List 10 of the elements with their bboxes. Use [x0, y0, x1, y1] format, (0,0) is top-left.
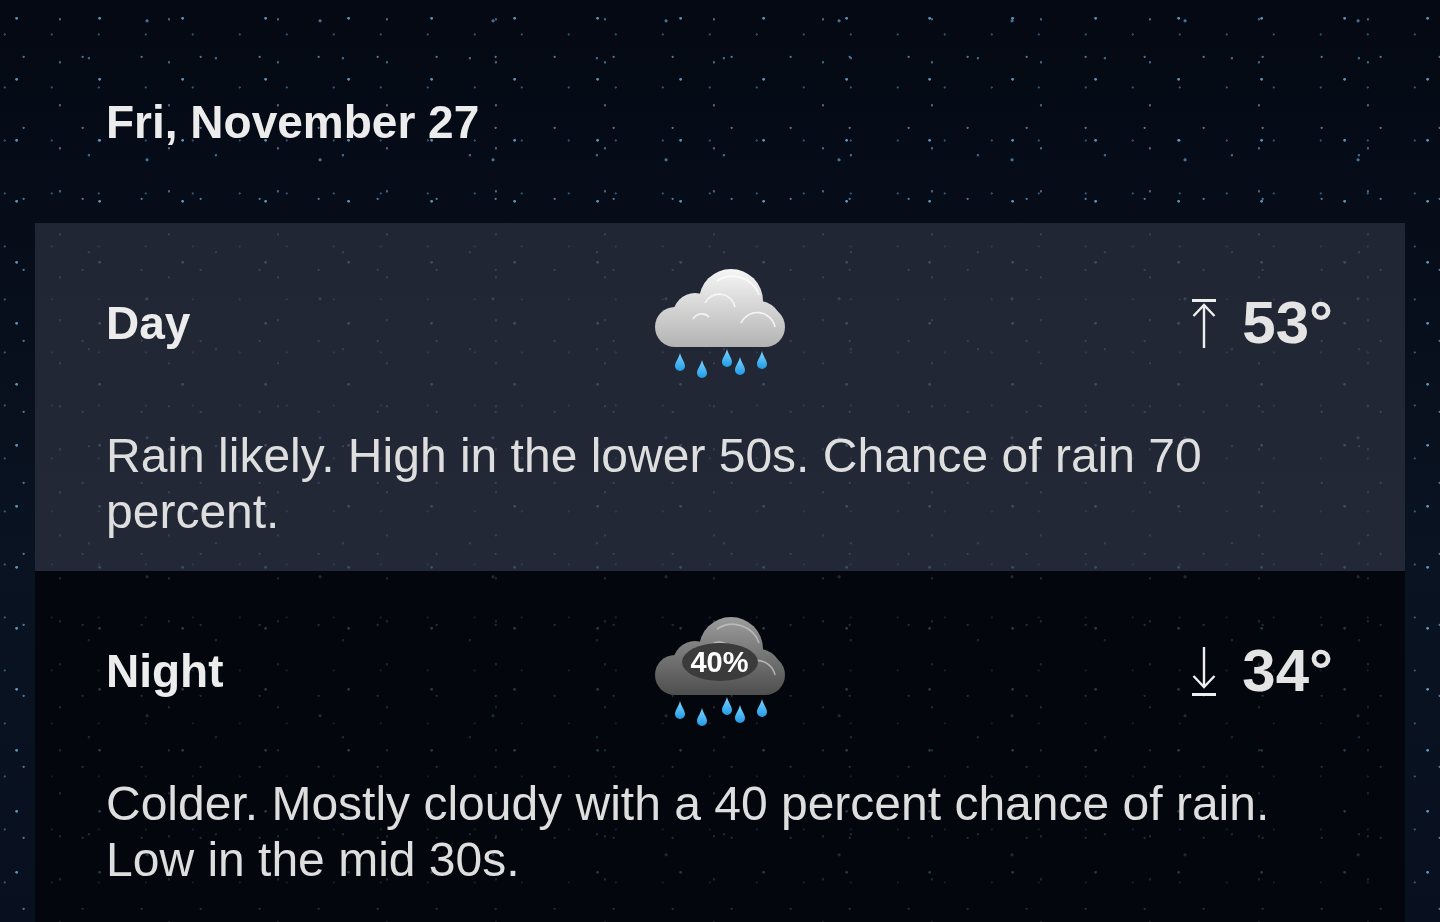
- arrow-down-bar-icon: [1192, 646, 1217, 696]
- precipitation-chance: 40%: [690, 645, 749, 678]
- date-heading: Fri, November 27: [106, 95, 480, 150]
- period-label: Night: [106, 644, 224, 699]
- temperature: 53°: [1242, 289, 1333, 357]
- forecast-description: Rain likely. High in the lower 50s. Chance of rain 70 percent.: [106, 428, 1203, 540]
- forecast-description: Colder. Mostly cloudy with a 40 percent chance of rain. Low in the mid 30s.: [106, 776, 1271, 888]
- temperature: 34°: [1242, 637, 1333, 705]
- period-label: Day: [106, 296, 191, 351]
- arrow-up-bar-icon: [1192, 298, 1217, 348]
